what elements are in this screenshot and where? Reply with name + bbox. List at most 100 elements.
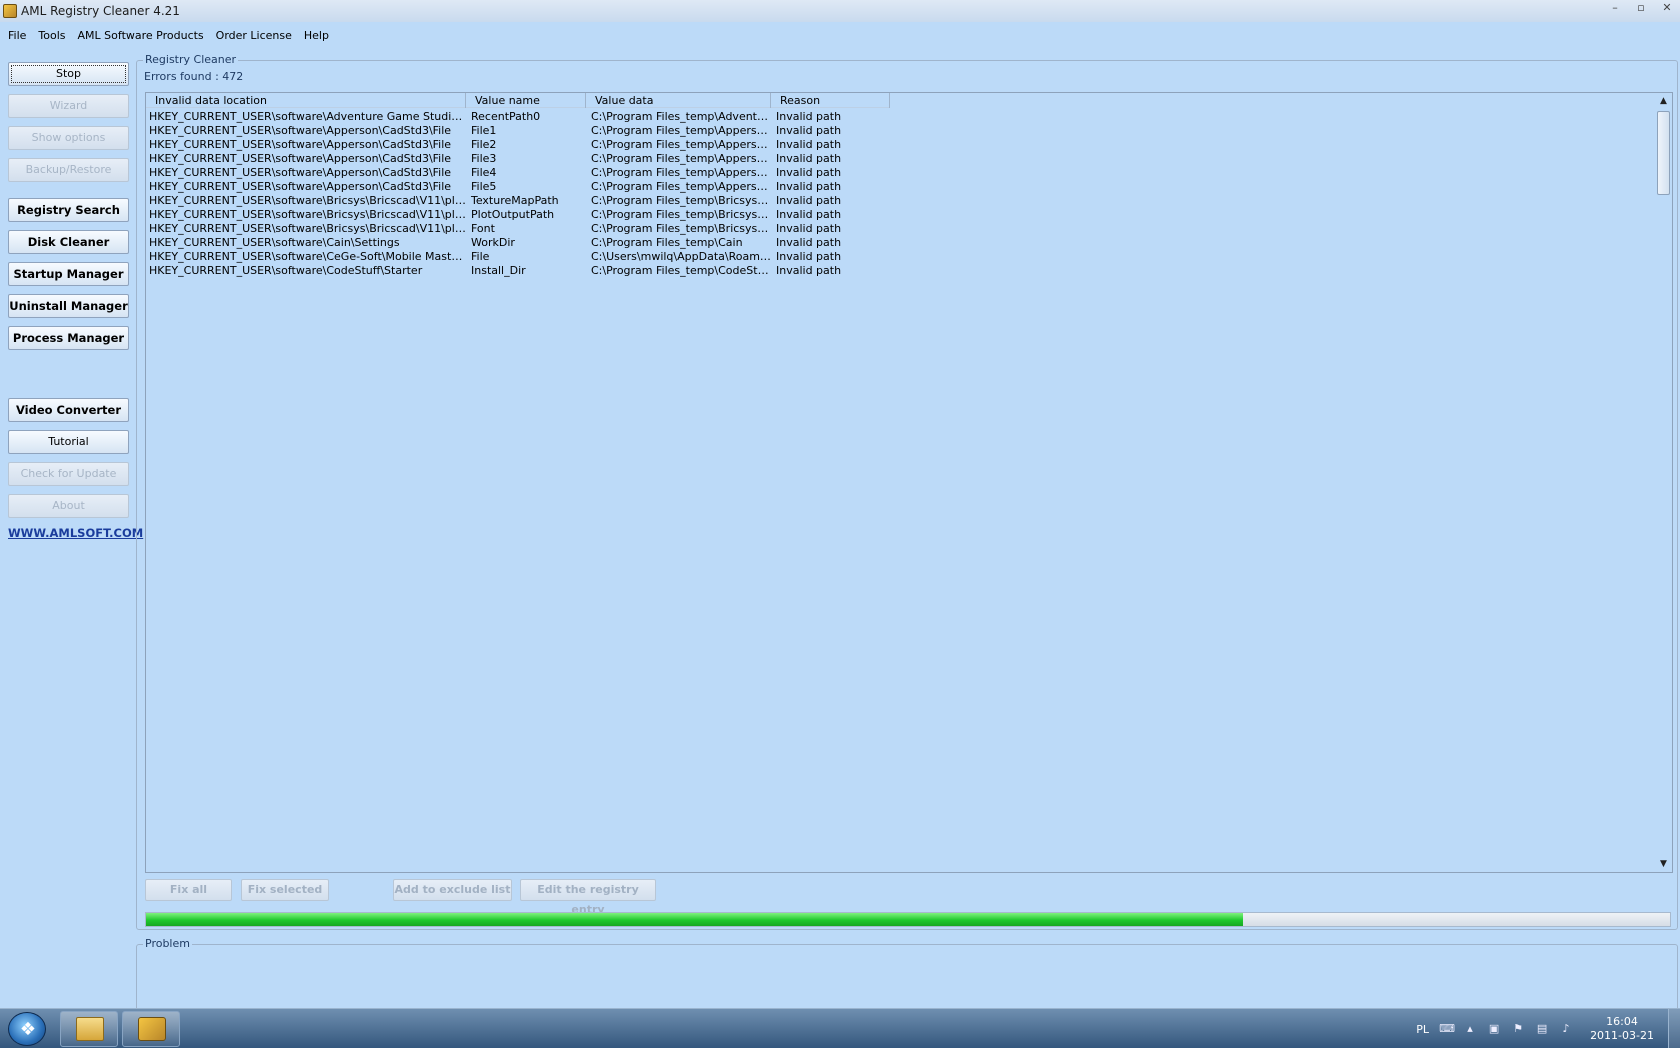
edit-registry-entry-button[interactable]: Edit the registry entry — [520, 879, 656, 916]
row-reason: Invalid path — [776, 250, 842, 263]
row-value-name: File5 — [471, 180, 497, 193]
table-row[interactable]: HKEY_CURRENT_USER\software\Bricsys\Brics… — [146, 222, 890, 236]
row-location: HKEY_CURRENT_USER\software\Apperson\CadS… — [149, 180, 452, 193]
table-row[interactable]: HKEY_CURRENT_USER\software\Adventure Gam… — [146, 110, 890, 124]
network-icon[interactable]: ▤ — [1535, 1023, 1549, 1035]
tutorial-button[interactable]: Tutorial — [8, 430, 129, 454]
table-row[interactable]: HKEY_CURRENT_USER\software\Apperson\CadS… — [146, 124, 890, 138]
scroll-up-icon[interactable]: ▲ — [1655, 93, 1672, 109]
taskbar: PL ⌨ ▴ ▣ ⚑ ▤ ♪ 16:04 2011-03-21 — [0, 1008, 1680, 1048]
column-reason[interactable]: Reason — [771, 93, 890, 108]
problem-group: Problem — [136, 937, 1678, 1014]
row-value-data: C:\Program Files_temp\Apperson... — [591, 124, 771, 137]
column-value-name[interactable]: Value name — [466, 93, 586, 108]
scan-progress-bar — [145, 912, 1671, 927]
table-row[interactable]: HKEY_CURRENT_USER\software\CodeStuff\Sta… — [146, 264, 890, 278]
action-center-flag-icon[interactable]: ⚑ — [1511, 1023, 1525, 1035]
row-value-name: RecentPath0 — [471, 110, 541, 123]
taskbar-explorer-button[interactable] — [60, 1011, 118, 1047]
menu-help[interactable]: Help — [298, 29, 335, 42]
amlsoft-website-link[interactable]: WWW.AMLSOFT.COM — [8, 526, 143, 540]
row-location: HKEY_CURRENT_USER\software\Bricsys\Brics… — [149, 208, 466, 221]
row-location: HKEY_CURRENT_USER\software\CeGe-Soft\Mob… — [149, 250, 466, 263]
keyboard-icon[interactable]: ⌨ — [1439, 1023, 1455, 1035]
row-value-name: File1 — [471, 124, 497, 137]
scroll-thumb[interactable] — [1657, 111, 1670, 195]
clock-time: 16:04 — [1606, 1015, 1638, 1028]
video-converter-button[interactable]: Video Converter — [8, 398, 129, 422]
row-location: HKEY_CURRENT_USER\software\Apperson\CadS… — [149, 166, 452, 179]
add-to-exclude-list-button[interactable]: Add to exclude list — [393, 879, 512, 901]
camera-icon[interactable]: ▣ — [1487, 1023, 1501, 1035]
table-row[interactable]: HKEY_CURRENT_USER\software\Bricsys\Brics… — [146, 194, 890, 208]
clock[interactable]: 16:04 2011-03-21 — [1590, 1015, 1654, 1043]
taskbar-aml-button[interactable] — [122, 1011, 180, 1047]
backup-restore-button[interactable]: Backup/Restore — [8, 158, 129, 182]
aml-app-icon — [138, 1017, 166, 1041]
row-location: HKEY_CURRENT_USER\software\Adventure Gam… — [149, 110, 466, 123]
row-reason: Invalid path — [776, 138, 842, 151]
fix-all-button[interactable]: Fix all — [145, 879, 232, 901]
row-location: HKEY_CURRENT_USER\software\Apperson\CadS… — [149, 152, 452, 165]
disk-cleaner-button[interactable]: Disk Cleaner — [8, 230, 129, 254]
menu-aml-software-products[interactable]: AML Software Products — [72, 29, 210, 42]
close-icon[interactable]: ✕ — [1654, 0, 1680, 18]
row-value-name: TextureMapPath — [471, 194, 559, 207]
invalid-entries-list[interactable]: Invalid data location Value name Value d… — [145, 92, 1673, 873]
list-vertical-scrollbar[interactable]: ▲ ▼ — [1655, 93, 1672, 872]
start-button-icon[interactable] — [8, 1012, 47, 1047]
table-row[interactable]: HKEY_CURRENT_USER\software\Apperson\CadS… — [146, 152, 890, 166]
language-indicator[interactable]: PL — [1416, 1023, 1429, 1036]
fix-selected-button[interactable]: Fix selected — [241, 879, 329, 901]
table-row[interactable]: HKEY_CURRENT_USER\software\Apperson\CadS… — [146, 180, 890, 194]
title-bar: AML Registry Cleaner 4.21 – ▫ ✕ — [0, 0, 1680, 22]
process-manager-button[interactable]: Process Manager — [8, 326, 129, 350]
minimize-icon[interactable]: – — [1602, 0, 1628, 18]
table-row[interactable]: HKEY_CURRENT_USER\software\Apperson\CadS… — [146, 138, 890, 152]
table-row[interactable]: HKEY_CURRENT_USER\software\Cain\Settings… — [146, 236, 890, 250]
row-reason: Invalid path — [776, 180, 842, 193]
maximize-icon[interactable]: ▫ — [1628, 0, 1654, 18]
column-value-data[interactable]: Value data — [586, 93, 771, 108]
column-invalid-data-location[interactable]: Invalid data location — [146, 93, 466, 108]
registry-search-button[interactable]: Registry Search — [8, 198, 129, 222]
menu-file[interactable]: File — [2, 29, 32, 42]
row-reason: Invalid path — [776, 194, 842, 207]
clock-date: 2011-03-21 — [1590, 1029, 1654, 1042]
row-value-name: File3 — [471, 152, 497, 165]
row-value-name: File4 — [471, 166, 497, 179]
about-button[interactable]: About — [8, 494, 129, 518]
table-row[interactable]: HKEY_CURRENT_USER\software\CeGe-Soft\Mob… — [146, 250, 890, 264]
row-reason: Invalid path — [776, 124, 842, 137]
menu-tools[interactable]: Tools — [32, 29, 71, 42]
volume-icon[interactable]: ♪ — [1559, 1023, 1573, 1035]
row-location: HKEY_CURRENT_USER\software\Cain\Settings — [149, 236, 400, 249]
registry-cleaner-title: Registry Cleaner — [143, 53, 239, 66]
list-body: HKEY_CURRENT_USER\software\Adventure Gam… — [146, 110, 890, 278]
row-value-name: File — [471, 250, 490, 263]
show-options-button[interactable]: Show options — [8, 126, 129, 150]
errors-found-label: Errors found : 472 — [144, 70, 244, 83]
row-reason: Invalid path — [776, 264, 842, 277]
row-value-name: File2 — [471, 138, 497, 151]
menu-order-license[interactable]: Order License — [210, 29, 298, 42]
uninstall-manager-button[interactable]: Uninstall Manager — [8, 294, 129, 318]
row-location: HKEY_CURRENT_USER\software\Apperson\CadS… — [149, 138, 452, 151]
row-value-data: C:\Program Files_temp\Cain — [591, 236, 743, 249]
table-row[interactable]: HKEY_CURRENT_USER\software\Apperson\CadS… — [146, 166, 890, 180]
show-desktop-button[interactable] — [1668, 1009, 1680, 1048]
row-location: HKEY_CURRENT_USER\software\Bricsys\Brics… — [149, 194, 466, 207]
row-reason: Invalid path — [776, 166, 842, 179]
menu-bar: File Tools AML Software Products Order L… — [0, 25, 1680, 45]
wizard-button[interactable]: Wizard — [8, 94, 129, 118]
scroll-down-icon[interactable]: ▼ — [1655, 856, 1672, 872]
stop-button[interactable]: Stop — [8, 62, 129, 86]
row-value-data: C:\Program Files_temp\Bricsys\Bri... — [591, 222, 771, 235]
check-for-update-button[interactable]: Check for Update — [8, 462, 129, 486]
startup-manager-button[interactable]: Startup Manager — [8, 262, 129, 286]
row-value-data: C:\Program Files_temp\Apperson... — [591, 152, 771, 165]
show-hidden-icons-icon[interactable]: ▴ — [1463, 1023, 1477, 1035]
row-value-name: Font — [471, 222, 495, 235]
row-reason: Invalid path — [776, 110, 842, 123]
table-row[interactable]: HKEY_CURRENT_USER\software\Bricsys\Brics… — [146, 208, 890, 222]
